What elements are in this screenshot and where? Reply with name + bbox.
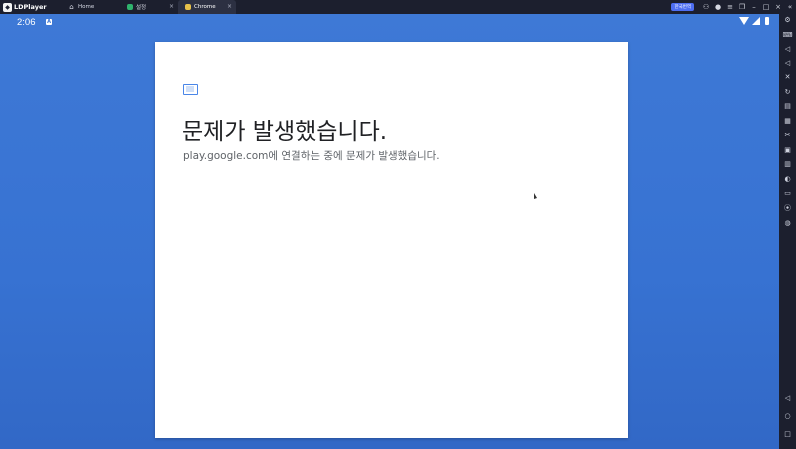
folder-icon[interactable]: ▭ bbox=[783, 189, 792, 198]
error-card: 문제가 발생했습니다. play.google.com에 연결하는 중에 문제가… bbox=[155, 42, 628, 438]
fullscreen-icon[interactable]: ✕ bbox=[783, 73, 792, 82]
gamepad-icon[interactable]: ⚇ bbox=[700, 0, 712, 14]
tab-home-label: Home bbox=[78, 4, 95, 10]
keyboard-indicator-icon: A bbox=[46, 19, 52, 25]
tab-chrome-close-icon[interactable]: × bbox=[227, 3, 232, 10]
status-time: 2:06 bbox=[17, 17, 36, 28]
volume-up-icon[interactable]: ◁ bbox=[783, 45, 792, 54]
volume-down-icon[interactable]: ◁ bbox=[783, 59, 792, 68]
home-icon: ⌂ bbox=[69, 2, 74, 11]
window-controls: 한국번역 ⚇ ● ≡ ❐ – □ × « bbox=[671, 0, 796, 14]
app-name: LDPlayer bbox=[14, 3, 47, 11]
location-icon[interactable]: ⦿ bbox=[783, 204, 792, 213]
tab-settings[interactable]: 설정 × bbox=[120, 0, 178, 14]
battery-icon bbox=[765, 17, 769, 25]
signal-icon bbox=[752, 17, 760, 25]
recents-icon[interactable]: □ bbox=[783, 430, 792, 439]
shake-icon[interactable]: ◍ bbox=[783, 219, 792, 228]
ldplayer-logo-icon: ◆ bbox=[3, 2, 12, 12]
tab-chrome-label: Chrome bbox=[194, 4, 216, 10]
app-brand: ◆ LDPlayer bbox=[0, 0, 62, 14]
collapse-sidebar-icon[interactable]: « bbox=[784, 0, 796, 14]
tab-settings-close-icon[interactable]: × bbox=[169, 3, 174, 10]
title-bar: ◆ LDPlayer ⌂ Home 설정 × Chrome × 한국번역 ⚇ ●… bbox=[0, 0, 796, 14]
error-description: play.google.com에 연결하는 중에 문제가 발생했습니다. bbox=[183, 150, 440, 162]
scissors-icon[interactable]: ✂ bbox=[783, 131, 792, 140]
screenshot-icon[interactable]: ▣ bbox=[783, 146, 792, 155]
menu-icon[interactable]: ≡ bbox=[724, 0, 736, 14]
record-icon[interactable]: ▥ bbox=[783, 160, 792, 169]
error-page-icon bbox=[183, 84, 198, 95]
hk-translate-button[interactable]: 한국번역 bbox=[671, 3, 694, 11]
settings-app-icon bbox=[126, 4, 133, 11]
keyboard-icon[interactable]: ⌨ bbox=[782, 31, 792, 40]
home-nav-icon[interactable]: ○ bbox=[783, 412, 792, 421]
sync-icon[interactable]: ◐ bbox=[783, 175, 792, 184]
android-screen[interactable]: 2:06 A 문제가 발생했습니다. play.google.com에 연결하는… bbox=[0, 14, 779, 449]
ldplayer-window: ◆ LDPlayer ⌂ Home 설정 × Chrome × 한국번역 ⚇ ●… bbox=[0, 0, 796, 449]
rotate-icon[interactable]: ↻ bbox=[783, 88, 792, 97]
multi-instance-icon[interactable]: ▤ bbox=[783, 102, 792, 111]
tab-home[interactable]: ⌂ Home bbox=[62, 0, 120, 14]
account-icon[interactable]: ● bbox=[712, 0, 724, 14]
back-icon[interactable]: ◁ bbox=[783, 394, 792, 403]
tab-chrome[interactable]: Chrome × bbox=[178, 0, 236, 14]
close-icon[interactable]: × bbox=[772, 0, 784, 14]
tab-settings-label: 설정 bbox=[136, 5, 147, 11]
maximize-icon[interactable]: □ bbox=[760, 0, 772, 14]
mouse-pointer-icon bbox=[534, 193, 537, 199]
minimize-icon[interactable]: – bbox=[748, 0, 760, 14]
settings-gear-icon[interactable]: ⚙ bbox=[783, 16, 792, 25]
wifi-icon bbox=[739, 17, 749, 25]
apk-install-icon[interactable]: ▦ bbox=[783, 117, 792, 126]
error-title: 문제가 발생했습니다. bbox=[182, 119, 388, 145]
restore-window-icon[interactable]: ❐ bbox=[736, 0, 748, 14]
chrome-icon bbox=[184, 4, 191, 11]
status-icons bbox=[739, 17, 769, 25]
right-toolbar: ⚙ ⌨ ◁ ◁ ✕ ↻ ▤ ▦ ✂ ▣ ▥ ◐ ▭ ⦿ ◍ ◁ ○ □ bbox=[779, 14, 796, 449]
